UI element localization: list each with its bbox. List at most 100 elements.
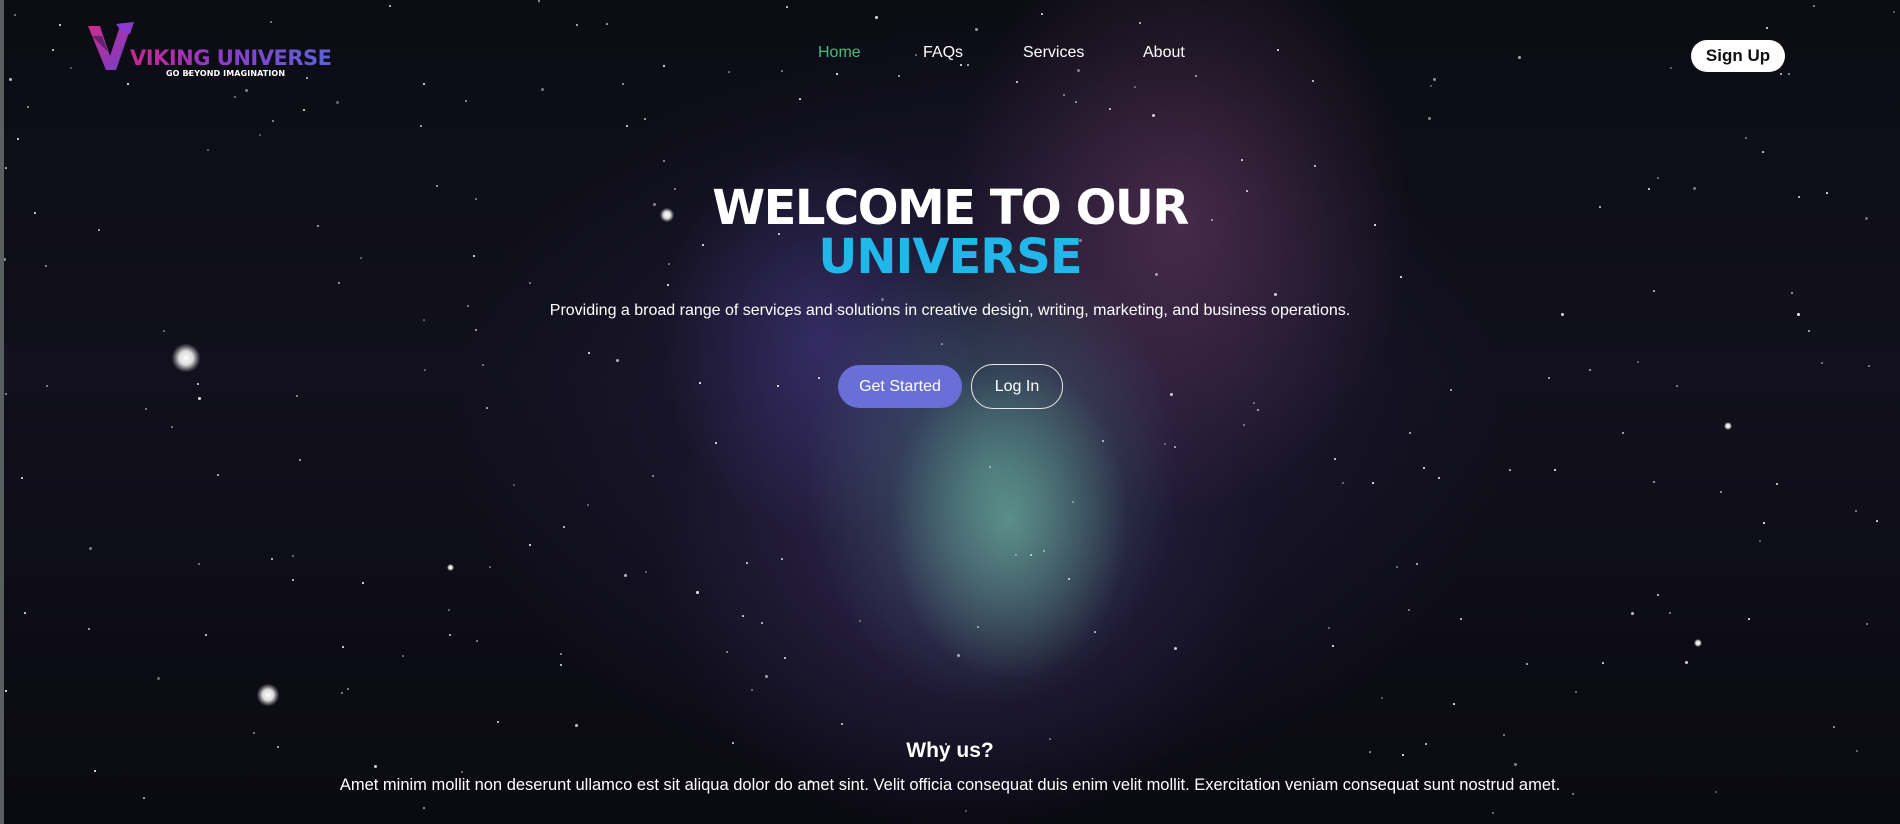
star-dot: [1195, 75, 1197, 77]
star-dot: [513, 484, 515, 486]
star-dot: [1243, 424, 1245, 426]
star-dot: [402, 655, 404, 657]
star-dot: [1526, 663, 1528, 665]
star-dot: [1094, 631, 1096, 633]
star-dot: [157, 677, 160, 680]
star-dot: [799, 98, 801, 100]
star-dot: [652, 475, 654, 477]
star-dot: [253, 732, 255, 734]
star-dot: [1602, 662, 1604, 664]
star-dot: [1893, 11, 1895, 13]
star-dot: [1492, 812, 1494, 814]
star-dot: [726, 651, 728, 653]
sign-up-button[interactable]: Sign Up: [1691, 40, 1785, 72]
star-dot: [1423, 467, 1425, 469]
glowing-star: [257, 684, 279, 706]
star-dot: [975, 28, 978, 31]
star-dot: [1685, 661, 1688, 664]
star-dot: [742, 615, 744, 617]
star-dot: [606, 23, 608, 25]
star-dot: [475, 329, 477, 331]
star-dot: [5, 393, 7, 395]
why-us-text: Amet minim mollit non deserunt ullamco e…: [339, 776, 1561, 794]
star-dot: [1748, 618, 1750, 620]
star-dot: [448, 609, 450, 611]
star-dot: [1430, 85, 1432, 87]
star-dot: [59, 24, 61, 26]
star-dot: [1174, 446, 1176, 448]
star-dot: [1657, 594, 1659, 596]
star-dot: [784, 657, 786, 659]
star-dot: [1813, 5, 1815, 7]
star-dot: [234, 96, 236, 98]
star-dot: [1015, 554, 1017, 556]
star-dot: [622, 83, 624, 85]
star-dot: [423, 83, 425, 85]
nav-item-home[interactable]: Home: [818, 44, 861, 62]
star-dot: [881, 298, 884, 301]
star-dot: [143, 797, 145, 799]
get-started-button[interactable]: Get Started: [838, 365, 962, 408]
starfield-background: [0, 0, 1900, 824]
star-dot: [1334, 458, 1336, 460]
star-dot: [24, 612, 26, 614]
hero-title-line1: WELCOME TO OUR: [712, 180, 1189, 236]
star-dot: [89, 547, 92, 550]
star-dot: [965, 810, 967, 812]
star-dot: [1876, 520, 1878, 522]
nav-item-faqs[interactable]: FAQs: [923, 44, 963, 62]
star-dot: [587, 504, 589, 506]
nav-item-about[interactable]: About: [1143, 44, 1185, 62]
star-dot: [626, 125, 628, 127]
star-dot: [781, 70, 783, 72]
star-dot: [145, 408, 147, 410]
star-dot: [1381, 697, 1383, 699]
nav-item-services[interactable]: Services: [1023, 44, 1084, 62]
star-dot: [1438, 477, 1440, 479]
star-dot: [1554, 469, 1556, 471]
star-dot: [1780, 73, 1782, 75]
star-dot: [198, 563, 200, 565]
star-dot: [271, 558, 273, 560]
star-dot: [272, 120, 274, 122]
glowing-star: [172, 344, 200, 372]
star-dot: [1833, 726, 1835, 728]
star-dot: [1460, 618, 1462, 620]
star-dot: [306, 77, 308, 79]
star-dot: [541, 88, 544, 91]
window-edge: [0, 0, 4, 824]
star-dot: [560, 653, 562, 655]
star-dot: [1808, 330, 1810, 332]
star-dot: [941, 343, 943, 345]
star-dot: [1637, 361, 1639, 363]
star-dot: [1791, 292, 1793, 294]
star-dot: [1589, 369, 1591, 371]
star-dot: [644, 118, 646, 120]
star-dot: [341, 692, 343, 694]
star-dot: [575, 724, 578, 727]
star-dot: [1868, 365, 1870, 367]
star-dot: [299, 459, 301, 461]
star-dot: [667, 284, 669, 286]
star-dot: [1041, 13, 1043, 15]
star-dot: [465, 100, 467, 102]
star-dot: [624, 574, 627, 577]
log-in-button[interactable]: Log In: [971, 364, 1063, 409]
star-dot: [1134, 86, 1136, 88]
star-dot: [1453, 703, 1455, 705]
star-dot: [1575, 691, 1577, 693]
star-dot: [841, 723, 843, 725]
star-dot: [1821, 362, 1823, 364]
star-dot: [1776, 483, 1778, 485]
star-dot: [1766, 27, 1768, 29]
hero-subtitle: Providing a broad range of services and …: [549, 302, 1351, 319]
star-dot: [781, 558, 783, 560]
star-dot: [1063, 94, 1065, 96]
star-dot: [449, 634, 451, 636]
star-dot: [292, 579, 294, 581]
star-dot: [1548, 377, 1550, 379]
star-dot: [489, 566, 491, 568]
star-dot: [1372, 482, 1374, 484]
star-dot: [751, 689, 753, 691]
star-dot: [1759, 540, 1761, 542]
